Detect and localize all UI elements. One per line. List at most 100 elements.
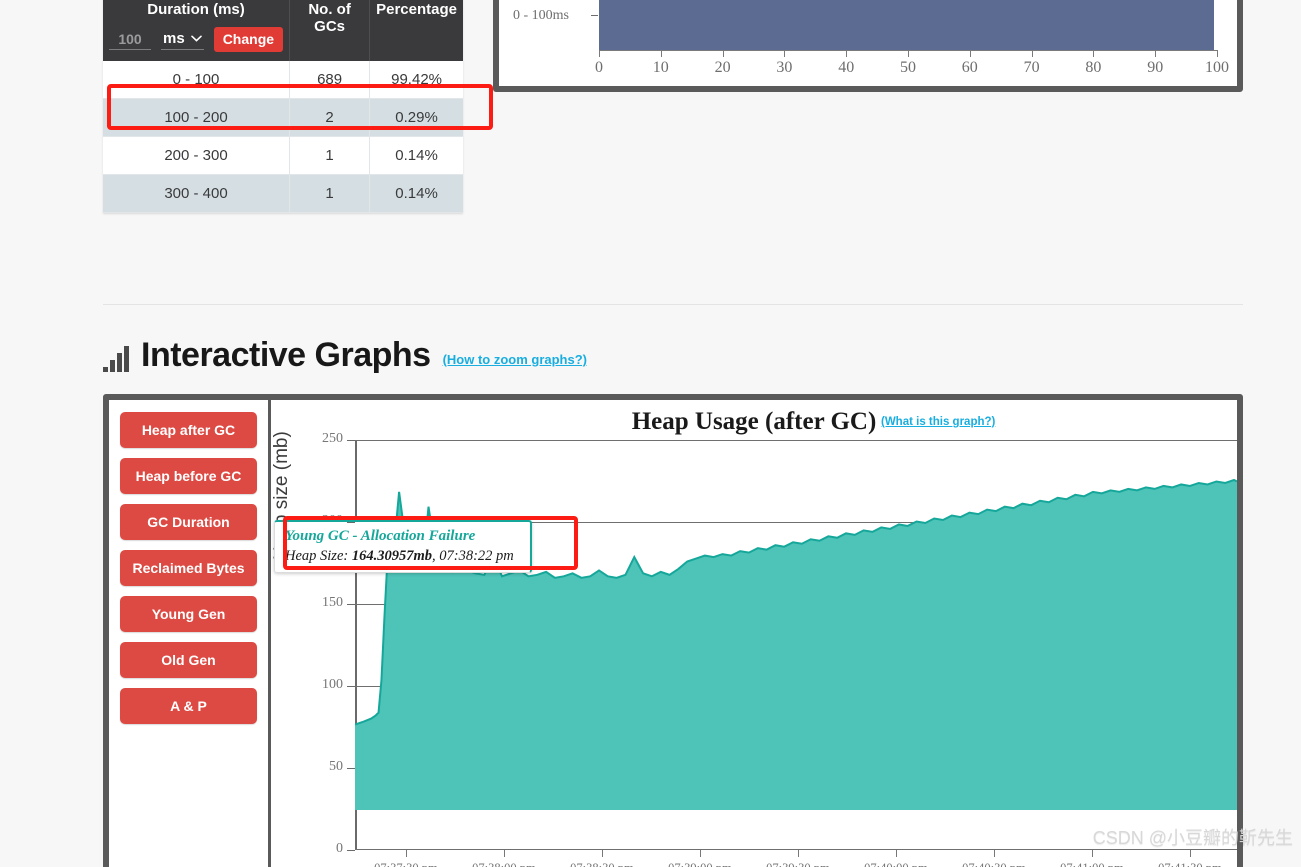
y-axis-tick-mark: [347, 768, 355, 769]
table-body: 0 - 100 689 99.42% 100 - 200 2 0.29% 200 - 300…: [103, 61, 463, 214]
x-axis-tick-label: 07:41:30 pm: [1158, 861, 1222, 867]
col-percentage: Percentage: [369, 0, 463, 62]
graph-button-heap-after-gc[interactable]: Heap after GC: [120, 412, 257, 448]
gc-duration-table-panel: Duration (ms) ms Ch: [103, 0, 463, 214]
cell-percentage: 0.14%: [369, 174, 463, 214]
x-axis-tick-label: 07:37:30 pm: [374, 861, 438, 867]
x-axis-tick-mark: [895, 850, 897, 857]
bar-x-tick-mark: [1093, 50, 1095, 57]
bar-x-tick-mark: [908, 50, 909, 57]
table-row: 100 - 200 2 0.29%: [103, 98, 463, 138]
bar-category-label: 0 - 100ms: [513, 8, 569, 23]
graph-button-gc-duration[interactable]: GC Duration: [120, 504, 257, 540]
duration-controls: ms Change: [109, 27, 284, 53]
cell-duration: 300 - 400: [103, 174, 291, 214]
interactive-graphs-heading: Interactive Graphs (How to zoom graphs?): [103, 338, 587, 372]
bar-x-tick-label: 70: [1023, 59, 1040, 76]
y-axis-ticks: 050100150200250: [271, 400, 343, 867]
x-axis-tick-label: 07:41:00 pm: [1060, 861, 1124, 867]
gc-duration-bar-chart-panel: 0 - 100ms 99.42% 0102030405060708090100: [493, 0, 1243, 92]
bar-0-100ms[interactable]: [599, 0, 1214, 50]
bar-chart-plot: 0 - 100ms 99.42% 0102030405060708090100: [499, 0, 1237, 86]
x-axis-tick-mark: [405, 850, 407, 857]
x-axis-tick-label: 07:38:30 pm: [570, 861, 634, 867]
what-is-this-graph-link[interactable]: (What is this graph?): [881, 416, 995, 428]
cell-duration: 200 - 300: [103, 136, 291, 176]
bar-x-tick-mark: [599, 50, 600, 57]
col-duration: Duration (ms) ms Ch: [103, 0, 291, 62]
table-row: 200 - 300 1 0.14%: [103, 136, 463, 176]
cell-no-of-gcs: 2: [289, 98, 371, 138]
x-axis-tick-label: 07:39:30 pm: [766, 861, 830, 867]
x-axis-tick-label: 07:38:00 pm: [472, 861, 536, 867]
change-button[interactable]: Change: [213, 27, 284, 53]
x-axis-tick-mark: [1091, 850, 1093, 857]
x-axis-tick-mark: [993, 850, 995, 857]
graph-button-heap-before-gc[interactable]: Heap before GC: [120, 458, 257, 494]
y-axis-tick-label: 100: [322, 677, 343, 692]
tooltip-heap-size-value: 164.30957mb: [351, 548, 432, 564]
heap-usage-chart[interactable]: Heap Usage (after GC) (What is this grap…: [271, 400, 1237, 867]
graph-button-young-gen[interactable]: Young Gen: [120, 596, 257, 632]
cell-percentage: 0.14%: [369, 136, 463, 176]
graph-selector-sidebar: Heap after GC Heap before GC GC Duration Re…: [109, 400, 271, 867]
x-axis-tick-mark: [1189, 850, 1191, 857]
bar-x-tick-label: 50: [900, 59, 916, 76]
chart-title: Heap Usage (after GC): [631, 408, 877, 435]
x-axis-tick-mark: [797, 850, 799, 857]
bar-x-tick-label: 40: [838, 59, 855, 76]
duration-threshold-input[interactable]: [109, 29, 151, 50]
x-axis-tick-label: 07:40:00 pm: [864, 861, 928, 867]
col-no-of-gcs: No. of GCs: [289, 0, 371, 62]
page-root: Duration (ms) ms Ch: [0, 0, 1301, 867]
cell-duration: 0 - 100: [103, 61, 291, 100]
how-to-zoom-graphs-link[interactable]: (How to zoom graphs?): [443, 352, 587, 367]
tooltip-body: Heap Size: 164.30957mb, 07:38:22 pm: [285, 548, 522, 565]
y-axis-tick-label: 250: [322, 431, 343, 446]
x-axis-tick-mark: [699, 850, 701, 857]
section-divider: [103, 304, 1243, 305]
y-axis-tick-label: 0: [336, 841, 343, 856]
tooltip-timestamp: , 07:38:22 pm: [432, 548, 514, 564]
unit-select[interactable]: ms: [161, 29, 204, 51]
bar-x-tick-label: 10: [652, 59, 669, 76]
bar-x-tick-label: 30: [776, 59, 793, 76]
bar-x-tick-label: 60: [961, 59, 978, 76]
x-axis-tick-label: 07:39:00 pm: [668, 861, 732, 867]
tooltip-heap-size-label: Heap Size:: [285, 548, 352, 564]
bar-x-tick-mark: [784, 50, 786, 57]
col-duration-label: Duration (ms): [147, 1, 245, 18]
bar-y-tick-mark: [591, 15, 598, 16]
x-axis-tick-mark: [601, 850, 603, 857]
graph-button-old-gen[interactable]: Old Gen: [120, 642, 257, 678]
y-axis-tick-label: 150: [322, 595, 343, 610]
graph-button-a-p[interactable]: A & P: [120, 688, 257, 724]
bar-x-tick-label: 100: [1205, 59, 1229, 76]
bar-x-tick-mark: [1031, 50, 1033, 57]
table-row: 300 - 400 1 0.14%: [103, 174, 463, 214]
unit-select-label: ms: [163, 30, 185, 48]
gc-duration-table: Duration (ms) ms Ch: [103, 0, 463, 214]
bar-x-tick-label: 80: [1085, 59, 1102, 76]
y-axis-tick-mark: [347, 522, 355, 523]
y-axis-tick-mark: [347, 850, 355, 851]
x-axis-line: [355, 848, 1237, 850]
bar-x-tick-label: 0: [595, 59, 603, 76]
bar-x-tick-mark: [969, 50, 971, 57]
y-axis-tick-mark: [347, 604, 355, 605]
cell-no-of-gcs: 1: [289, 174, 371, 214]
interactive-graphs-panel: Heap after GC Heap before GC GC Duration Re…: [103, 394, 1243, 867]
x-axis-tick-label: 07:40:30 pm: [962, 861, 1026, 867]
y-axis-tick-mark: [347, 686, 355, 687]
page-title: Interactive Graphs: [141, 336, 431, 374]
cell-no-of-gcs: 1: [289, 136, 371, 176]
bar-x-tick-mark: [722, 50, 724, 57]
table-row: 0 - 100 689 99.42%: [103, 61, 463, 100]
tooltip-title: Young GC - Allocation Failure: [285, 528, 476, 544]
cell-percentage: 99.42%: [369, 61, 463, 100]
graph-button-reclaimed-bytes[interactable]: Reclaimed Bytes: [120, 550, 257, 586]
bar-x-tick-label: 90: [1147, 59, 1164, 76]
chevron-down-icon: [190, 34, 202, 45]
bar-x-tick-mark: [1155, 50, 1157, 57]
cell-no-of-gcs: 689: [289, 61, 371, 100]
